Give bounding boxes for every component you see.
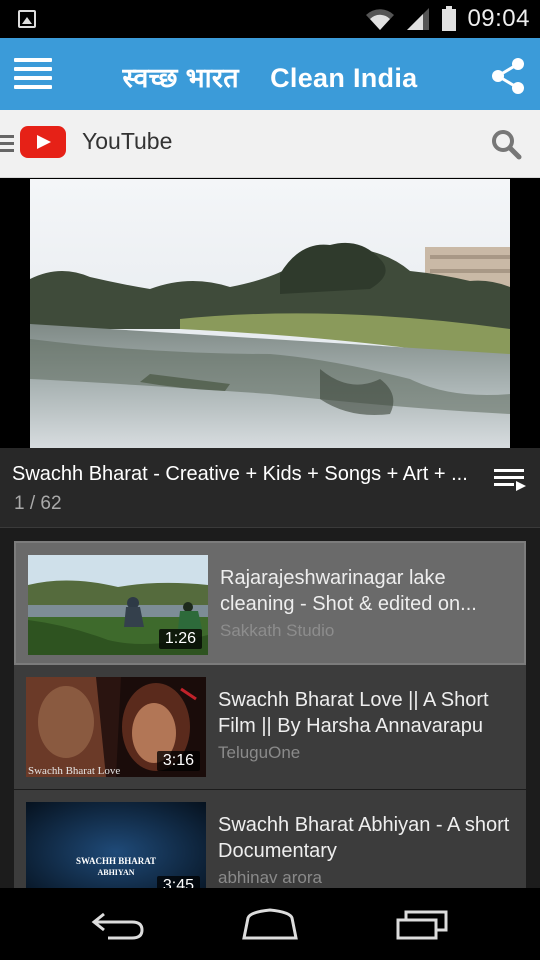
image-notification-icon (18, 10, 36, 28)
youtube-logo-icon (20, 126, 66, 158)
video-title: Swachh Bharat Love || A Short Film || By… (218, 689, 489, 737)
video-title: Swachh Bharat Abhiyan - A short Document… (218, 814, 510, 862)
video-channel: TeluguOne (218, 743, 301, 762)
playlist-header[interactable]: Swachh Bharat - Creative + Kids + Songs … (0, 448, 540, 528)
app-title: स्वच्छ भारत Clean India (122, 63, 418, 93)
list-item[interactable]: 1:26 Rajarajeshwarinagar lake cleaning -… (14, 541, 526, 665)
app-bar: स्वच्छ भारत Clean India (0, 38, 540, 110)
video-duration: 3:16 (156, 751, 200, 771)
youtube-toolbar: YouTube (0, 110, 540, 178)
share-icon[interactable] (488, 56, 528, 96)
recents-icon[interactable] (392, 906, 452, 942)
thumbnail-overlay: 3:16 (26, 677, 206, 777)
status-bar: 09:04 (0, 0, 540, 38)
hamburger-icon[interactable] (0, 135, 14, 153)
back-icon[interactable] (88, 906, 148, 942)
video-channel: abhinav arora (218, 868, 322, 887)
video-player[interactable] (0, 179, 540, 448)
video-channel: Sakkath Studio (220, 621, 335, 640)
home-icon[interactable] (240, 906, 300, 942)
wifi-icon (366, 9, 395, 30)
thumbnail-overlay: 1:26 (28, 555, 208, 655)
playlist-position: 1 / 62 (14, 493, 62, 514)
video-duration: 1:26 (158, 629, 202, 649)
battery-icon (442, 6, 457, 31)
navigation-bar (0, 888, 540, 960)
list-item[interactable]: SWACHH BHARAT ABHIYAN 3:45 Swachh Bharat… (14, 790, 526, 888)
search-icon[interactable] (490, 128, 522, 160)
youtube-label: YouTube (82, 128, 173, 154)
video-title: Rajarajeshwarinagar lake cleaning - Shot… (220, 567, 477, 615)
list-item[interactable]: Swachh Bharat Love 3:16 Swachh Bharat Lo… (14, 665, 526, 789)
screen: 09:04 स्वच्छ भारत Clean India YouTube Sw… (0, 0, 540, 960)
signal-icon (407, 8, 430, 30)
thumbnail-overlay: 3:45 (26, 802, 206, 888)
playlist-queue-icon[interactable] (494, 468, 528, 492)
video-duration: 3:45 (156, 876, 200, 888)
video-frame[interactable] (30, 179, 510, 448)
clock: 09:04 (467, 5, 530, 32)
playlist-title: Swachh Bharat - Creative + Kids + Songs … (12, 463, 468, 485)
video-list[interactable]: 1:26 Rajarajeshwarinagar lake cleaning -… (0, 528, 540, 888)
